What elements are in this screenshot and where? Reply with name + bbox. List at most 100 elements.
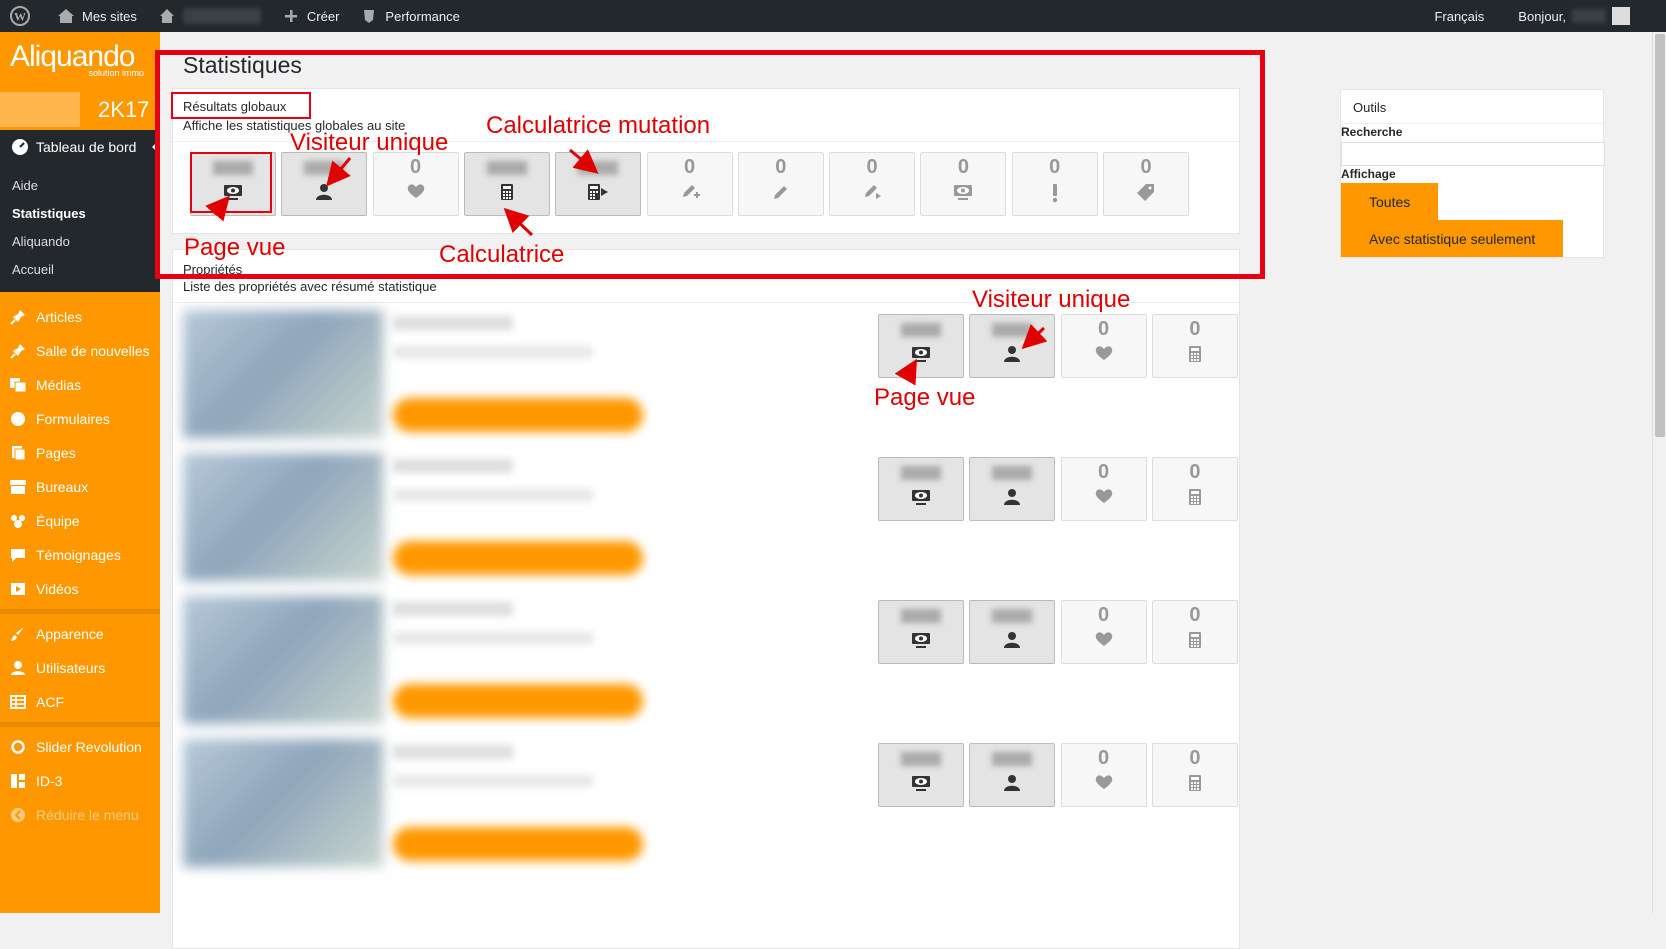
menu-collapse-label: Réduire le menu bbox=[36, 807, 139, 823]
wordpress-icon: W bbox=[10, 6, 30, 26]
menu-videos-label: Vidéos bbox=[36, 581, 79, 597]
dashboard-label: Tableau de bord bbox=[36, 139, 136, 155]
brand-logo: Aliquando solution immo bbox=[0, 32, 160, 92]
property-row[interactable] bbox=[183, 596, 663, 734]
forms-icon bbox=[8, 409, 28, 429]
stat-favorites: 0 bbox=[1061, 457, 1147, 521]
user-icon bbox=[970, 631, 1054, 649]
stat-value bbox=[970, 458, 1054, 482]
submenu-accueil[interactable]: Accueil bbox=[0, 256, 160, 284]
calculator-icon bbox=[1153, 345, 1237, 363]
language-switcher[interactable]: Français bbox=[1424, 0, 1508, 32]
redacted-value bbox=[901, 752, 941, 766]
my-sites-menu[interactable]: Mes sites bbox=[46, 0, 147, 32]
stat-value bbox=[879, 601, 963, 625]
property-thumbnail bbox=[183, 453, 383, 581]
filter-all-button[interactable]: Toutes bbox=[1341, 183, 1438, 220]
heart-icon bbox=[1062, 774, 1146, 790]
property-row[interactable] bbox=[183, 310, 663, 448]
menu-appearance[interactable]: Apparence bbox=[0, 617, 160, 651]
filter-with-stats-button[interactable]: Avec statistique seulement bbox=[1341, 220, 1563, 257]
site-home-link[interactable] bbox=[147, 0, 271, 32]
property-text-redacted bbox=[393, 459, 513, 473]
stat-page-views bbox=[878, 600, 964, 664]
calculator-icon bbox=[1153, 631, 1237, 649]
property-button[interactable] bbox=[393, 541, 643, 575]
heart-icon bbox=[1062, 631, 1146, 647]
stat-unique-visitors bbox=[969, 743, 1055, 807]
stat-value: 0 bbox=[1153, 315, 1237, 339]
annotation-frame bbox=[155, 50, 1265, 279]
redacted-value bbox=[901, 323, 941, 337]
menu-pages[interactable]: Pages bbox=[0, 436, 160, 470]
menu-users-label: Utilisateurs bbox=[36, 660, 105, 676]
svg-text:W: W bbox=[14, 10, 26, 24]
redacted-value bbox=[901, 609, 941, 623]
wordpress-logo[interactable]: W bbox=[0, 0, 46, 32]
menu-team[interactable]: Équipe bbox=[0, 504, 160, 538]
search-label: Recherche bbox=[1341, 125, 1402, 139]
annotation-title-box bbox=[171, 92, 311, 119]
menu-id3[interactable]: ID-3 bbox=[0, 764, 160, 798]
menu-offices[interactable]: Bureaux bbox=[0, 470, 160, 504]
menu-articles[interactable]: Articles bbox=[0, 300, 160, 334]
submenu-statistiques[interactable]: Statistiques bbox=[0, 200, 160, 228]
menu-media[interactable]: Médias bbox=[0, 368, 160, 402]
property-row[interactable] bbox=[183, 453, 663, 591]
redacted-value bbox=[901, 466, 941, 480]
scrollbar-thumb[interactable] bbox=[1655, 34, 1665, 437]
tools-title: Outils bbox=[1353, 100, 1386, 115]
property-text-redacted bbox=[393, 316, 513, 330]
user-icon bbox=[970, 345, 1054, 363]
annotation-mutation-calculator: Calculatrice mutation bbox=[486, 112, 710, 140]
stat-calculator: 0 bbox=[1152, 600, 1238, 664]
menu-forms[interactable]: Formulaires bbox=[0, 402, 160, 436]
menu-dashboard-link[interactable]: Tableau de bord bbox=[0, 130, 160, 164]
admin-sidebar: Aliquando solution immo 2K17 Tableau de … bbox=[0, 32, 160, 913]
pages-icon bbox=[8, 443, 28, 463]
stat-calculator: 0 bbox=[1152, 314, 1238, 378]
property-button[interactable] bbox=[393, 398, 643, 432]
submenu-aide[interactable]: Aide bbox=[0, 172, 160, 200]
property-button[interactable] bbox=[393, 827, 643, 861]
menu-collapse[interactable]: Réduire le menu bbox=[0, 798, 160, 832]
search-input[interactable] bbox=[1341, 142, 1605, 166]
menu-videos[interactable]: Vidéos bbox=[0, 572, 160, 606]
submenu-aliquando[interactable]: Aliquando bbox=[0, 228, 160, 256]
menu-newsroom[interactable]: Salle de nouvelles bbox=[0, 334, 160, 368]
stat-calculator: 0 bbox=[1152, 743, 1238, 807]
stat-unique-visitors bbox=[969, 314, 1055, 378]
pin-icon bbox=[8, 341, 28, 361]
property-row[interactable] bbox=[183, 739, 663, 877]
menu-acf[interactable]: ACF bbox=[0, 685, 160, 719]
page-scrollbar[interactable] bbox=[1652, 32, 1666, 913]
stat-value bbox=[879, 744, 963, 768]
dashboard-submenu: Aide Statistiques Aliquando Accueil bbox=[0, 164, 160, 292]
create-menu[interactable]: Créer bbox=[271, 0, 350, 32]
menu-testimonials[interactable]: Témoignages bbox=[0, 538, 160, 572]
media-icon bbox=[8, 375, 28, 395]
properties-desc: Liste des propriétés avec résumé statist… bbox=[183, 279, 437, 294]
property-thumbnail bbox=[183, 310, 383, 438]
stat-value: 0 bbox=[1062, 744, 1146, 768]
stat-value bbox=[879, 458, 963, 482]
video-icon bbox=[8, 579, 28, 599]
stat-unique-visitors bbox=[969, 457, 1055, 521]
annotation-page-view-box bbox=[190, 152, 272, 213]
avatar bbox=[1612, 7, 1630, 25]
pin-icon bbox=[8, 307, 28, 327]
layout-icon bbox=[8, 771, 28, 791]
account-menu[interactable]: Bonjour, bbox=[1508, 0, 1666, 32]
screen-eye-icon bbox=[879, 774, 963, 792]
performance-menu[interactable]: Performance bbox=[349, 0, 469, 32]
my-sites-label: Mes sites bbox=[82, 9, 137, 24]
property-text-redacted bbox=[393, 632, 593, 644]
menu-offices-label: Bureaux bbox=[36, 479, 88, 495]
stat-favorites: 0 bbox=[1061, 314, 1147, 378]
menu-slider[interactable]: Slider Revolution bbox=[0, 730, 160, 764]
menu-users[interactable]: Utilisateurs bbox=[0, 651, 160, 685]
collapse-icon bbox=[8, 805, 28, 825]
menu-forms-label: Formulaires bbox=[36, 411, 110, 427]
property-button[interactable] bbox=[393, 684, 643, 718]
annotation-unique-visitor: Visiteur unique bbox=[290, 129, 448, 157]
